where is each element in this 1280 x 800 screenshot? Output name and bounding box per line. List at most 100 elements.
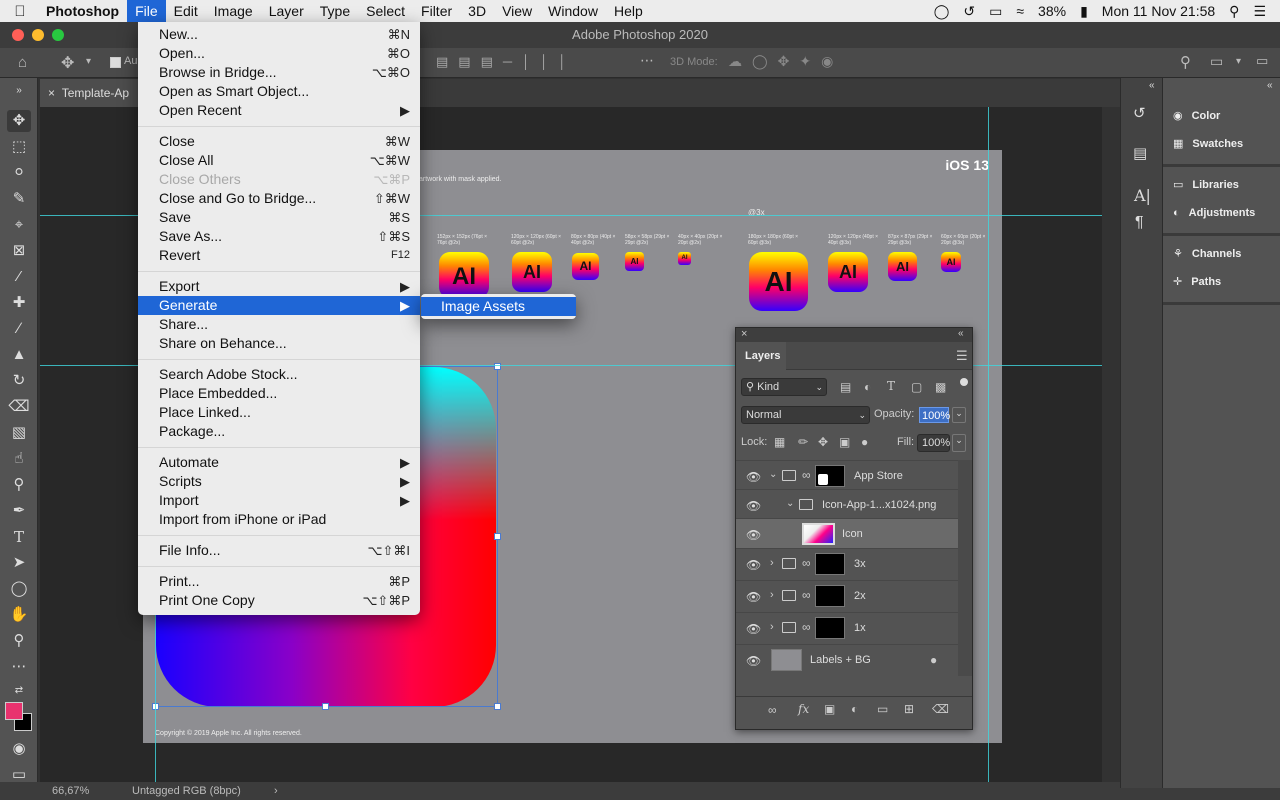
- swap-colors-icon[interactable]: ⇄: [7, 680, 31, 702]
- menu-3d[interactable]: 3D: [460, 0, 494, 22]
- history-brush-tool-icon[interactable]: ↻: [7, 370, 31, 392]
- layer-row[interactable]: 👁 Labels + BG ●: [736, 644, 958, 676]
- menu-file[interactable]: File: [127, 0, 166, 22]
- filter-adjustment-icon[interactable]: ◐: [864, 380, 871, 394]
- status-chevron-icon[interactable]: ›: [274, 782, 278, 800]
- menu-filter[interactable]: Filter: [413, 0, 460, 22]
- menu-type[interactable]: Type: [312, 0, 358, 22]
- menu-item-image-assets[interactable]: Image Assets: [421, 297, 576, 316]
- minimize-window-button[interactable]: [32, 29, 44, 41]
- workspace-icon[interactable]: ▭: [1210, 53, 1223, 70]
- menu-item-import-from-iphone[interactable]: Import from iPhone or iPad: [138, 510, 420, 529]
- lasso-tool-icon[interactable]: ⚪: [7, 162, 31, 184]
- collapse-tools-icon[interactable]: »: [7, 80, 31, 102]
- more-options-icon[interactable]: ⋯: [640, 52, 654, 69]
- menu-window[interactable]: Window: [540, 0, 606, 22]
- edit-toolbar-icon[interactable]: ⋯: [7, 656, 31, 678]
- filter-type-icon[interactable]: T: [887, 379, 895, 393]
- fx-icon[interactable]: fx: [798, 702, 809, 716]
- collapse-chevron-icon[interactable]: ›: [770, 589, 774, 601]
- collapse-chevron-icon[interactable]: ›: [770, 621, 774, 633]
- creative-cloud-icon[interactable]: ◯: [934, 3, 950, 20]
- menu-item-close[interactable]: Close ⌘W: [138, 132, 420, 151]
- panel-color[interactable]: ◉ Color: [1173, 106, 1220, 126]
- collapse-dock-icon[interactable]: «: [1267, 80, 1273, 91]
- time-machine-icon[interactable]: ↺: [963, 3, 975, 20]
- zoom-level[interactable]: 66,67%: [52, 782, 89, 800]
- menu-layer[interactable]: Layer: [261, 0, 312, 22]
- eraser-tool-icon[interactable]: ⌫: [7, 396, 31, 418]
- menu-item-revert[interactable]: Revert F12: [138, 246, 420, 265]
- menu-item-open-recent[interactable]: Open Recent ▶: [138, 101, 420, 120]
- zoom-window-button[interactable]: [52, 29, 64, 41]
- pen-tool-icon[interactable]: ✒: [7, 500, 31, 522]
- layer-row[interactable]: 👁 › ∞ 2x: [736, 580, 958, 612]
- dodge-tool-icon[interactable]: ⚲: [7, 474, 31, 496]
- filter-smart-object-icon[interactable]: ▩: [935, 380, 946, 394]
- frame-tool-icon[interactable]: ⊠: [7, 240, 31, 262]
- 3d-mode-icons[interactable]: ☁◯✥✦◉: [728, 53, 843, 70]
- transform-handle[interactable]: [494, 533, 501, 540]
- crop-tool-icon[interactable]: ⌖: [7, 214, 31, 236]
- menu-item-automate[interactable]: Automate ▶: [138, 453, 420, 472]
- move-tool-icon[interactable]: ✥: [61, 53, 74, 73]
- visibility-eye-icon[interactable]: 👁: [746, 528, 761, 542]
- menu-help[interactable]: Help: [606, 0, 651, 22]
- tab-layers[interactable]: Layers: [736, 342, 786, 370]
- menu-item-close-all[interactable]: Close All ⌥⌘W: [138, 151, 420, 170]
- filter-kind-select[interactable]: ⚲ Kind ⌄: [741, 378, 827, 396]
- expand-chevron-icon[interactable]: ⌄: [769, 469, 777, 480]
- menu-item-save-as[interactable]: Save As... ⇧⌘S: [138, 227, 420, 246]
- properties-panel-icon[interactable]: ▤: [1133, 144, 1147, 162]
- lock-position-icon[interactable]: ✥: [818, 435, 828, 449]
- battery-icon[interactable]: ▮: [1080, 3, 1088, 20]
- layer-row[interactable]: 👁 › ∞ 3x: [736, 548, 958, 580]
- foreground-color-swatch[interactable]: [5, 702, 23, 720]
- menu-item-browse-in-bridge[interactable]: Browse in Bridge... ⌥⌘O: [138, 63, 420, 82]
- auto-select-checkbox[interactable]: [110, 57, 121, 68]
- wifi-icon[interactable]: ≈: [1016, 3, 1024, 19]
- lock-all-icon[interactable]: ●: [861, 435, 868, 449]
- control-center-icon[interactable]: ☰: [1253, 3, 1266, 20]
- menu-item-print[interactable]: Print... ⌘P: [138, 572, 420, 591]
- brush-tool-icon[interactable]: ∕: [7, 318, 31, 340]
- history-panel-icon[interactable]: ↺: [1133, 104, 1146, 122]
- paragraph-panel-icon[interactable]: ¶: [1135, 214, 1144, 232]
- eyedropper-tool-icon[interactable]: ⁄: [7, 266, 31, 288]
- panel-channels[interactable]: ⚘ Channels: [1173, 244, 1241, 264]
- add-mask-icon[interactable]: ▣: [824, 702, 835, 716]
- expand-chevron-icon[interactable]: ⌄: [786, 498, 794, 509]
- collapse-strip-icon[interactable]: «: [1149, 80, 1155, 91]
- panel-paths[interactable]: ✛ Paths: [1173, 272, 1221, 292]
- panel-swatches[interactable]: ▦ Swatches: [1173, 134, 1243, 154]
- quick-mask-icon[interactable]: ◉: [7, 738, 31, 760]
- menu-item-open-as-smart-object[interactable]: Open as Smart Object...: [138, 82, 420, 101]
- apple-icon[interactable]: : [0, 3, 40, 20]
- filter-pixel-icon[interactable]: ▤: [840, 380, 851, 394]
- lock-transparent-icon[interactable]: ▦: [774, 435, 785, 449]
- menu-item-share-on-behance[interactable]: Share on Behance...: [138, 334, 420, 353]
- visibility-eye-icon[interactable]: 👁: [746, 654, 761, 668]
- adjustment-layer-icon[interactable]: ◐: [851, 702, 858, 716]
- blend-mode-select[interactable]: Normal ⌄: [741, 406, 870, 424]
- menu-item-save[interactable]: Save ⌘S: [138, 208, 420, 227]
- menu-image[interactable]: Image: [206, 0, 261, 22]
- layer-row[interactable]: 👁 ⌄ Icon-App-1...x1024.png: [736, 489, 958, 521]
- opacity-chevron-icon[interactable]: ⌄: [952, 407, 966, 423]
- panel-libraries[interactable]: ▭ Libraries: [1173, 175, 1239, 195]
- menu-item-close-and-go-to-bridge[interactable]: Close and Go to Bridge... ⇧⌘W: [138, 189, 420, 208]
- new-group-icon[interactable]: ▭: [877, 702, 888, 716]
- airplay-icon[interactable]: ▭: [989, 3, 1002, 20]
- collapse-chevron-icon[interactable]: ›: [770, 557, 774, 569]
- menu-item-open[interactable]: Open... ⌘O: [138, 44, 420, 63]
- path-selection-tool-icon[interactable]: ➤: [7, 552, 31, 574]
- type-tool-icon[interactable]: T: [7, 526, 31, 548]
- menu-item-generate[interactable]: Generate ▶: [138, 296, 420, 315]
- menu-item-new[interactable]: New... ⌘N: [138, 25, 420, 44]
- panel-menu-icon[interactable]: ☰: [956, 348, 968, 364]
- zoom-tool-icon[interactable]: ⚲: [7, 630, 31, 652]
- collapse-panel-icon[interactable]: «: [958, 328, 964, 339]
- menu-edit[interactable]: Edit: [166, 0, 206, 22]
- close-tab-icon[interactable]: ×: [48, 86, 55, 100]
- visibility-eye-icon[interactable]: 👁: [746, 558, 761, 572]
